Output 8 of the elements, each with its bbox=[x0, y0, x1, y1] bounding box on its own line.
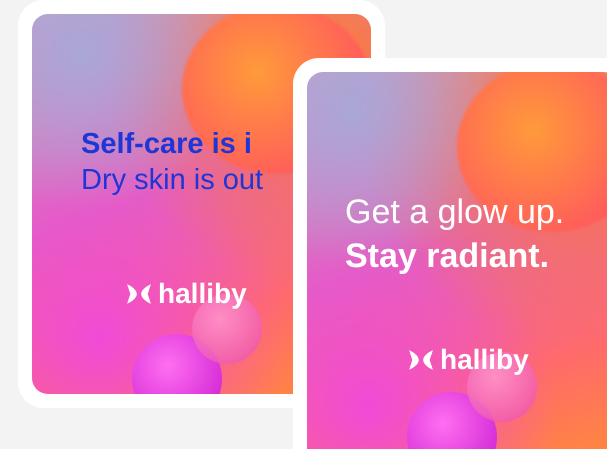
headline: Get a glow up. bbox=[345, 192, 564, 233]
subheadline: Stay radiant. bbox=[345, 236, 550, 277]
logo-icon bbox=[408, 349, 434, 371]
brand-logo: halliby bbox=[158, 278, 247, 310]
brand-logo: halliby bbox=[440, 344, 529, 376]
headline: Self-care is i bbox=[81, 127, 253, 162]
subheadline: Dry skin is out bbox=[81, 163, 264, 198]
logo-icon bbox=[126, 283, 152, 305]
